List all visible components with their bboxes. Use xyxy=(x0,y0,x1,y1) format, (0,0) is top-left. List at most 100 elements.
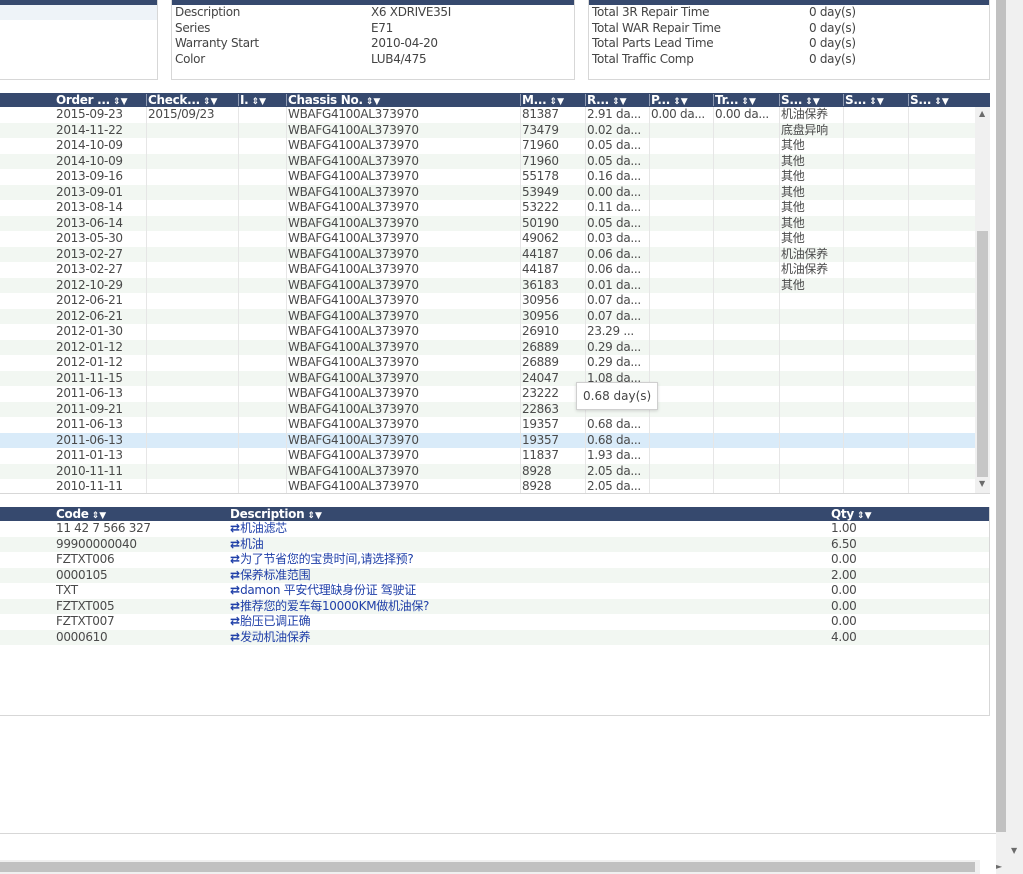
filter-icon[interactable]: ▼ xyxy=(681,97,688,107)
part-description[interactable]: 为了节省您的宝贵时间,请选择预? xyxy=(240,552,414,566)
link-icon[interactable]: ⇄ xyxy=(230,630,240,644)
cell-repair-time: 0.06 da... xyxy=(587,246,641,261)
part-description[interactable]: 推荐您的爱车每10000KM做机油保? xyxy=(240,599,429,613)
column-header-label: Order ... xyxy=(56,93,110,107)
table-row[interactable]: TXT ⇄damon 平安代理缺身份证 驾驶证 0.00 xyxy=(0,583,989,599)
column-separator[interactable] xyxy=(238,94,239,106)
column-separator[interactable] xyxy=(779,94,780,106)
filter-icon[interactable]: ▼ xyxy=(121,97,128,107)
column-separator[interactable] xyxy=(585,94,586,106)
sort-icon[interactable]: ⇕ xyxy=(89,511,100,521)
page-horizontal-scrollbar[interactable] xyxy=(0,860,980,874)
sort-icon[interactable]: ⇕ xyxy=(609,97,620,107)
filter-icon[interactable]: ▼ xyxy=(620,97,627,107)
cell-qty: 0.00 xyxy=(831,583,857,597)
part-description[interactable]: 发动机油保养 xyxy=(240,630,311,644)
link-icon[interactable]: ⇄ xyxy=(230,552,240,566)
cell-repair-time: 0.02 da... xyxy=(587,122,641,137)
cell-repair-time: 0.29 da... xyxy=(587,355,641,369)
cell-chassis-no: WBAFG4100AL373970 xyxy=(288,215,419,230)
sort-icon[interactable]: ⇕ xyxy=(738,97,749,107)
filter-icon[interactable]: ▼ xyxy=(211,97,218,107)
sort-icon[interactable]: ⇕ xyxy=(802,97,813,107)
column-header-label: S... xyxy=(910,93,932,107)
cell-mileage: 73479 xyxy=(522,122,559,137)
column-separator[interactable] xyxy=(649,94,650,106)
sort-icon[interactable]: ⇕ xyxy=(363,97,374,107)
page-vertical-scroll-thumb[interactable] xyxy=(996,0,1006,832)
sort-icon[interactable]: ⇕ xyxy=(200,97,211,107)
cell-chassis-no: WBAFG4100AL373970 xyxy=(288,153,419,168)
filter-icon[interactable]: ▼ xyxy=(259,97,266,107)
repair-summary-row: Total WAR Repair Time 0 day(s) xyxy=(589,21,989,37)
part-description[interactable]: 机油 xyxy=(240,537,264,551)
column-separator[interactable] xyxy=(908,94,909,106)
filter-icon[interactable]: ▼ xyxy=(99,511,106,521)
page-vertical-scrollbar[interactable]: ▼ xyxy=(996,0,1023,874)
filter-icon[interactable]: ▼ xyxy=(865,511,872,521)
orders-grid-scrollbar[interactable]: ▲ ▼ xyxy=(975,107,990,493)
part-description[interactable]: 保养标准范围 xyxy=(240,568,311,582)
link-icon[interactable]: ⇄ xyxy=(230,568,240,582)
table-row[interactable]: FZTXT006 ⇄为了节省您的宝贵时间,请选择预? 0.00 xyxy=(0,552,989,568)
link-icon[interactable]: ⇄ xyxy=(230,537,240,551)
cell-order-date: 2013-05-30 xyxy=(56,231,123,245)
table-row[interactable]: 0000610 ⇄发动机油保养 4.00 xyxy=(0,629,989,645)
table-row[interactable]: 99900000040 ⇄机油 6.50 xyxy=(0,536,989,552)
cell-qty: 2.00 xyxy=(831,567,857,582)
sort-icon[interactable]: ⇕ xyxy=(304,511,315,521)
sort-icon[interactable]: ⇕ xyxy=(670,97,681,107)
page-horizontal-scroll-thumb[interactable] xyxy=(0,862,975,872)
cell-order-date: 2012-01-12 xyxy=(56,355,123,369)
column-separator[interactable] xyxy=(520,94,521,106)
scroll-up-arrow-icon[interactable]: ▲ xyxy=(979,109,985,119)
cell-service-type: 其他 xyxy=(781,277,805,292)
column-separator[interactable] xyxy=(713,94,714,106)
column-separator[interactable] xyxy=(843,94,844,106)
filter-icon[interactable]: ▼ xyxy=(315,511,322,521)
sort-icon[interactable]: ⇕ xyxy=(110,97,121,107)
cell-service-type: 底盘异响 xyxy=(781,122,828,137)
column-separator[interactable] xyxy=(146,94,147,106)
page-scroll-down-arrow-icon[interactable]: ▼ xyxy=(1011,846,1017,856)
filter-icon[interactable]: ▼ xyxy=(877,97,884,107)
table-row[interactable]: 0000105 ⇄保养标准范围 2.00 xyxy=(0,567,989,583)
table-row[interactable]: FZTXT007 ⇄胎压已调正确 0.00 xyxy=(0,614,989,630)
filter-icon[interactable]: ▼ xyxy=(373,97,380,107)
vehicle-info-row: Warranty Start 2010-04-20 xyxy=(172,36,574,52)
cell-order-date: 2014-10-09 xyxy=(56,153,123,168)
page-scroll-right-arrow-icon[interactable]: ► xyxy=(996,862,1002,872)
part-description[interactable]: 机油滤芯 xyxy=(240,521,287,535)
filter-icon[interactable]: ▼ xyxy=(749,97,756,107)
vehicle-info-rows: Description X6 XDRIVE35I Series E71 Warranty… xyxy=(172,5,574,67)
part-description[interactable]: damon 平安代理缺身份证 驾驶证 xyxy=(240,583,416,597)
cell-code: FZTXT006 xyxy=(56,552,115,566)
sort-icon[interactable]: ⇕ xyxy=(854,511,865,521)
cell-chassis-no: WBAFG4100AL373970 xyxy=(288,324,419,338)
vehicle-info-value: X6 XDRIVE35I xyxy=(371,5,452,19)
link-icon[interactable]: ⇄ xyxy=(230,583,240,597)
repair-summary-value: 0 day(s) xyxy=(809,5,856,19)
sort-icon[interactable]: ⇕ xyxy=(866,97,877,107)
cell-order-date: 2013-08-14 xyxy=(56,200,123,214)
sort-icon[interactable]: ⇕ xyxy=(546,97,558,107)
column-separator[interactable] xyxy=(286,94,287,106)
cell-order-date: 2015-09-23 xyxy=(56,107,123,121)
cell-mileage: 53949 xyxy=(522,184,559,199)
link-icon[interactable]: ⇄ xyxy=(230,614,240,628)
link-icon[interactable]: ⇄ xyxy=(230,599,240,613)
link-icon[interactable]: ⇄ xyxy=(230,521,240,535)
orders-grid-scroll-thumb[interactable] xyxy=(977,231,988,477)
repair-summary-value: 0 day(s) xyxy=(809,36,856,50)
scroll-down-arrow-icon[interactable]: ▼ xyxy=(979,479,985,489)
part-description[interactable]: 胎压已调正确 xyxy=(240,614,311,628)
filter-icon[interactable]: ▼ xyxy=(557,97,564,107)
sort-icon[interactable]: ⇕ xyxy=(248,97,260,107)
table-row[interactable]: FZTXT005 ⇄推荐您的爱车每10000KM做机油保? 0.00 xyxy=(0,598,989,614)
filter-icon[interactable]: ▼ xyxy=(942,97,949,107)
table-row[interactable]: 11 42 7 566 327 ⇄机油滤芯 1.00 xyxy=(0,521,989,537)
cell-qty: 0.00 xyxy=(831,552,857,566)
sort-icon[interactable]: ⇕ xyxy=(931,97,942,107)
filter-icon[interactable]: ▼ xyxy=(813,97,820,107)
cell-service-type: 其他 xyxy=(781,184,805,199)
